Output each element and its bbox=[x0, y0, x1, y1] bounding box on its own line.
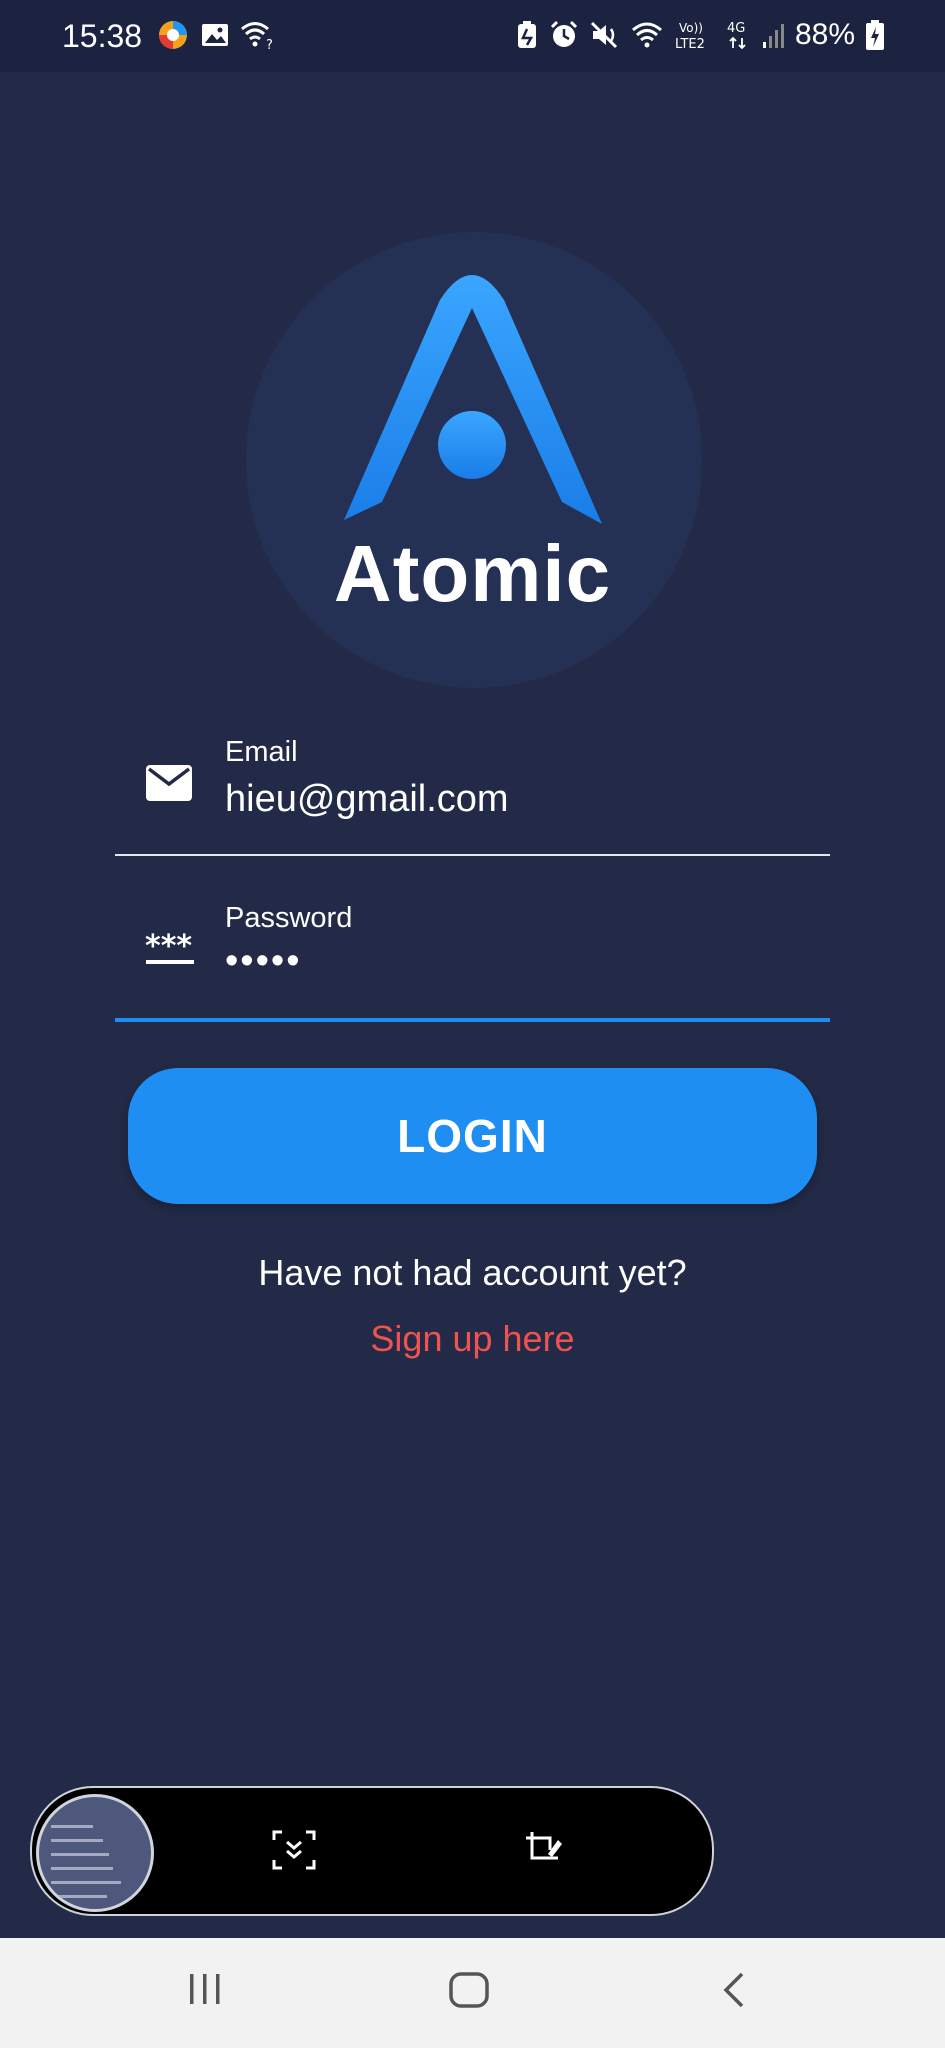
battery-icon bbox=[866, 20, 884, 50]
screenshot-toolbar bbox=[30, 1786, 714, 1916]
navigation-bar bbox=[0, 1938, 945, 2048]
mute-icon bbox=[590, 21, 618, 49]
home-icon[interactable] bbox=[449, 1972, 489, 2008]
status-bar: 15:38 ? Vo)) LTE2 4G 88% bbox=[0, 0, 945, 72]
logo-text: Atomic bbox=[333, 529, 612, 618]
password-field[interactable]: *** Password ••••• bbox=[115, 898, 830, 1026]
password-input[interactable]: ••••• bbox=[225, 940, 302, 983]
svg-text:?: ? bbox=[266, 38, 273, 50]
gallery-icon bbox=[202, 24, 228, 46]
email-underline bbox=[115, 854, 830, 856]
email-field[interactable]: Email hieu@gmail.com bbox=[115, 730, 830, 858]
crop-edit-icon[interactable] bbox=[524, 1830, 562, 1868]
svg-text:4G: 4G bbox=[727, 21, 745, 36]
mail-icon bbox=[146, 765, 192, 801]
status-time: 15:38 bbox=[62, 18, 143, 54]
wifi-question-icon: ? bbox=[241, 22, 273, 50]
screenshot-thumbnail[interactable] bbox=[36, 1794, 154, 1912]
svg-text:Vo)): Vo)) bbox=[679, 21, 703, 35]
password-icon: *** bbox=[145, 932, 194, 964]
signal-icon bbox=[762, 24, 784, 48]
signup-prompt: Have not had account yet? bbox=[258, 1252, 687, 1293]
battery-saver-icon bbox=[517, 21, 536, 48]
volte-icon: Vo)) LTE2 bbox=[675, 21, 705, 52]
recents-icon[interactable] bbox=[188, 1972, 222, 2006]
email-label: Email bbox=[225, 736, 298, 768]
battery-percent: 88% bbox=[794, 18, 855, 51]
wifi-icon bbox=[631, 22, 662, 48]
password-underline bbox=[115, 1018, 830, 1022]
alarm-icon bbox=[550, 20, 578, 47]
network-4g-icon: 4G bbox=[727, 21, 746, 50]
email-input[interactable]: hieu@gmail.com bbox=[225, 778, 509, 821]
svg-text:***: *** bbox=[145, 932, 192, 964]
password-label: Password bbox=[225, 902, 353, 934]
scroll-capture-icon[interactable] bbox=[272, 1830, 316, 1870]
svg-text:LTE2: LTE2 bbox=[675, 37, 705, 52]
atomic-logo-icon bbox=[344, 275, 602, 524]
browser-icon bbox=[159, 21, 187, 49]
login-button[interactable]: LOGIN bbox=[128, 1068, 817, 1204]
back-icon[interactable] bbox=[720, 1972, 748, 2008]
signup-link[interactable]: Sign up here bbox=[0, 1318, 945, 1360]
